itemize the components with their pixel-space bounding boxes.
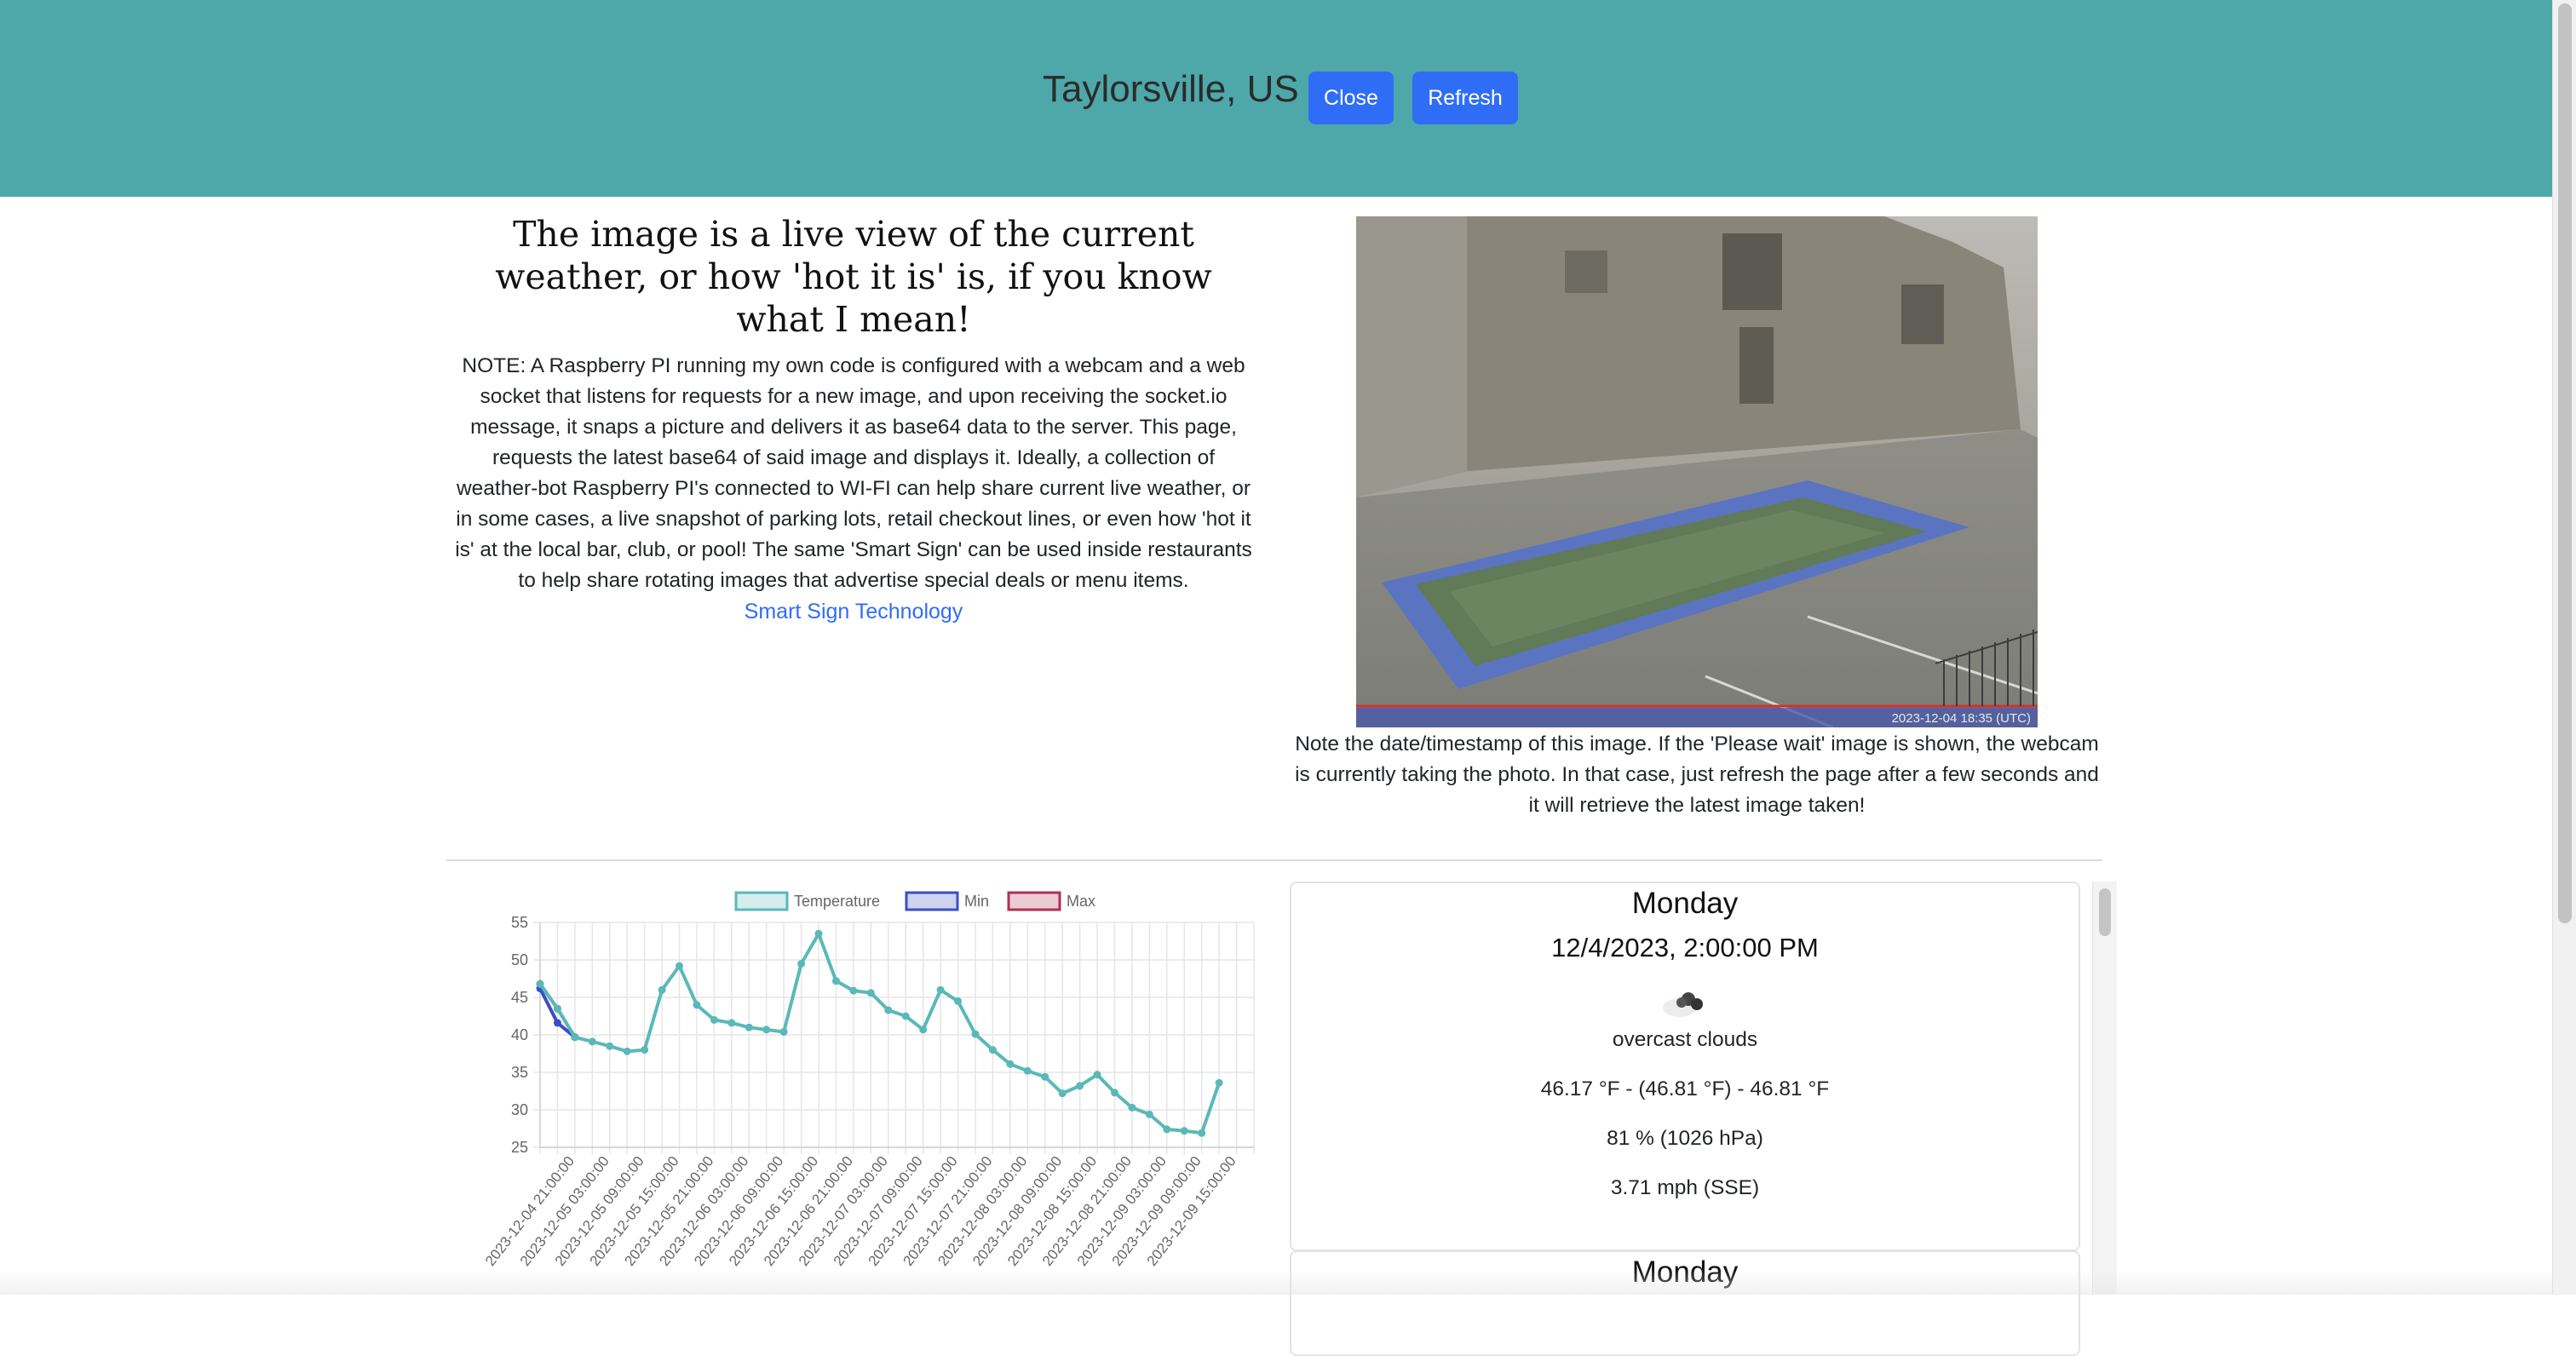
chart-y-tick-label: 50 xyxy=(511,951,528,968)
chart-data-point xyxy=(1180,1127,1188,1135)
chart-data-point xyxy=(1058,1089,1067,1098)
forecast-humidity: 81 % (1026 hPa) xyxy=(1607,1127,1763,1150)
forecast-wind: 3.71 mph (SSE) xyxy=(1610,1176,1760,1199)
chart-series-line xyxy=(538,932,1222,1135)
chart-data-point xyxy=(623,1047,631,1055)
forecast-datetime: 12/4/2023, 2:00:00 PM xyxy=(1551,933,1819,962)
chart-data-point xyxy=(1076,1082,1084,1090)
chart-legend-label: Min xyxy=(964,893,989,910)
chart-data-point xyxy=(919,1026,928,1034)
chart-data-point xyxy=(710,1015,718,1024)
chart-data-point xyxy=(1163,1125,1171,1134)
chart-data-point xyxy=(676,962,684,970)
overcast-clouds-icon xyxy=(1291,982,2079,1020)
chart-y-tick-label: 30 xyxy=(511,1101,528,1118)
chart-data-point xyxy=(866,989,875,997)
forecast-card: Monday 12/4/2023, 2:00:00 PM overcast cl… xyxy=(1290,882,2080,1251)
chart-data-point xyxy=(901,1012,910,1020)
chart-legend-label: Max xyxy=(1067,893,1095,910)
chart-data-point xyxy=(849,986,858,995)
chart-data-point xyxy=(1145,1110,1153,1118)
chart-data-point xyxy=(553,1004,561,1013)
webcam-timestamp: 2023-12-04 18:35 (UTC) xyxy=(1891,711,2031,726)
chart-data-point xyxy=(1110,1089,1118,1097)
intro-section: The image is a live view of the current … xyxy=(446,213,1261,624)
chart-data-point xyxy=(954,997,963,1005)
refresh-button[interactable]: Refresh xyxy=(1412,72,1518,124)
temperature-chart-svg: 253035404550552023-12-04 21:00:002023-12… xyxy=(482,891,1255,1269)
chart-data-point xyxy=(1023,1066,1032,1075)
intro-headline: The image is a live view of the current … xyxy=(495,214,1212,340)
chart-data-point xyxy=(779,1027,788,1036)
chart-legend-swatch xyxy=(1007,891,1061,911)
temperature-chart: 25 30 35 40 45 50 55 2023-12-04 21:00:00 2023-12… xyxy=(443,877,1261,1295)
chart-data-point xyxy=(536,980,544,988)
chart-legend-label: Temperature xyxy=(794,893,880,910)
chart-data-point xyxy=(727,1019,736,1027)
smart-sign-link[interactable]: Smart Sign Technology xyxy=(745,600,963,624)
chart-data-point xyxy=(693,1001,701,1009)
chart-y-tick-label: 25 xyxy=(511,1139,528,1156)
section-divider xyxy=(446,859,2102,861)
city-title: Taylorsville, US xyxy=(1043,68,1299,110)
chart-y-tick-label: 55 xyxy=(511,914,528,931)
chart-legend-swatch xyxy=(905,891,959,911)
forecast-card: Monday xyxy=(1290,1250,2080,1356)
webcam-image: 2023-12-04 18:35 (UTC) xyxy=(1356,216,2038,727)
chart-data-point xyxy=(814,929,823,938)
chart-data-point xyxy=(588,1037,596,1046)
chart-data-point xyxy=(745,1023,753,1031)
page-scrollbar-thumb[interactable] xyxy=(2558,3,2572,923)
chart-y-tick-label: 45 xyxy=(511,989,528,1006)
chart-data-point xyxy=(1006,1060,1015,1068)
close-button[interactable]: Close xyxy=(1308,72,1394,124)
chart-data-point xyxy=(641,1046,649,1054)
forecast-description: overcast clouds xyxy=(1612,1028,1758,1051)
intro-note: NOTE: A Raspberry PI running my own code… xyxy=(455,354,1252,592)
chart-data-point xyxy=(936,985,945,994)
webcam-photo xyxy=(1356,216,2038,727)
chart-data-point xyxy=(553,1019,561,1027)
chart-data-point xyxy=(658,985,666,994)
forecast-scrollbar-thumb[interactable] xyxy=(2099,888,2111,936)
chart-data-point xyxy=(884,1006,893,1014)
chart-data-point xyxy=(1215,1078,1223,1087)
chart-data-point xyxy=(606,1042,614,1050)
forecast-temperature: 46.17 °F - (46.81 °F) - 46.81 °F xyxy=(1540,1077,1830,1100)
header-bar: Taylorsville, US Close Refresh xyxy=(0,0,2552,197)
chart-legend-swatch xyxy=(734,891,789,911)
chart-data-point xyxy=(1198,1129,1206,1137)
chart-data-point xyxy=(762,1026,771,1034)
forecast-day: Monday xyxy=(1631,887,1739,920)
chart-y-tick-label: 40 xyxy=(511,1026,528,1043)
chart-data-point xyxy=(1093,1071,1101,1079)
page-scrollbar[interactable] xyxy=(2552,0,2576,1295)
chart-data-point xyxy=(988,1046,997,1054)
forecast-scrollbar[interactable] xyxy=(2092,882,2117,1295)
chart-data-point xyxy=(571,1033,579,1042)
webcam-caption: Note the date/timestamp of this image. I… xyxy=(1295,733,2099,817)
chart-y-tick-label: 35 xyxy=(511,1064,528,1081)
chart-data-point xyxy=(1041,1072,1049,1081)
bottom-fade xyxy=(0,1269,2552,1295)
chart-data-point xyxy=(1128,1103,1136,1112)
chart-data-point xyxy=(971,1030,980,1038)
chart-data-point xyxy=(797,959,806,968)
chart-data-point xyxy=(831,977,840,985)
